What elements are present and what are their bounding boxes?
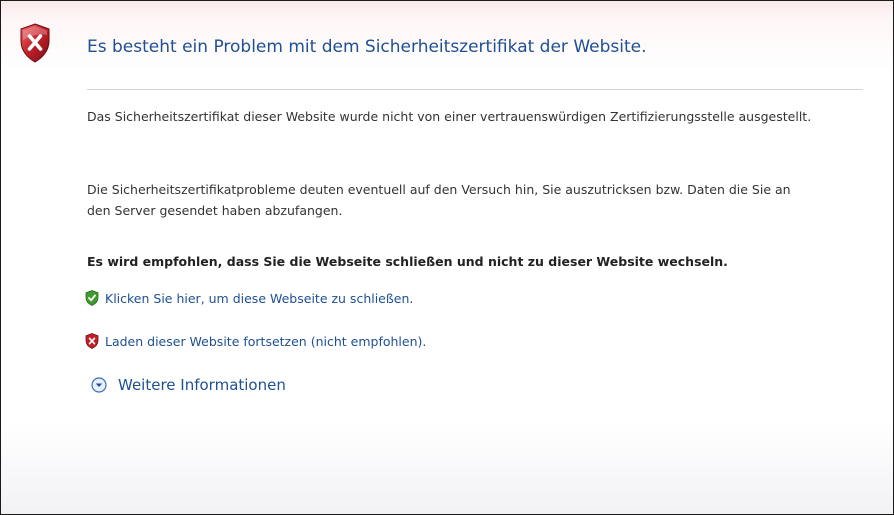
certificate-error-page: Es besteht ein Problem mit dem Sicherhei… (0, 0, 894, 515)
green-shield-check-icon (85, 290, 99, 306)
continue-to-site-link-label: Laden dieser Website fortsetzen (nicht e… (105, 333, 427, 349)
close-page-link-label: Klicken Sie hier, um diese Webseite zu s… (105, 290, 414, 306)
close-page-link[interactable]: Klicken Sie hier, um diese Webseite zu s… (85, 290, 413, 306)
red-shield-x-icon (20, 23, 50, 63)
more-information-toggle[interactable]: Weitere Informationen (91, 376, 286, 394)
title-divider (87, 89, 863, 90)
continue-to-site-link[interactable]: Laden dieser Website fortsetzen (nicht e… (85, 333, 426, 349)
page-title: Es besteht ein Problem mit dem Sicherhei… (87, 37, 647, 57)
description-paragraph-2: Die Sicherheitszertifikatprobleme deuten… (87, 182, 791, 218)
recommendation-text: Es wird empfohlen, dass Sie die Webseite… (87, 254, 728, 269)
chevron-down-circle-icon (91, 377, 107, 393)
more-information-label: Weitere Informationen (118, 376, 286, 394)
red-shield-x-icon (85, 333, 99, 349)
description-paragraph-1: Das Sicherheitszertifikat dieser Website… (87, 109, 812, 124)
